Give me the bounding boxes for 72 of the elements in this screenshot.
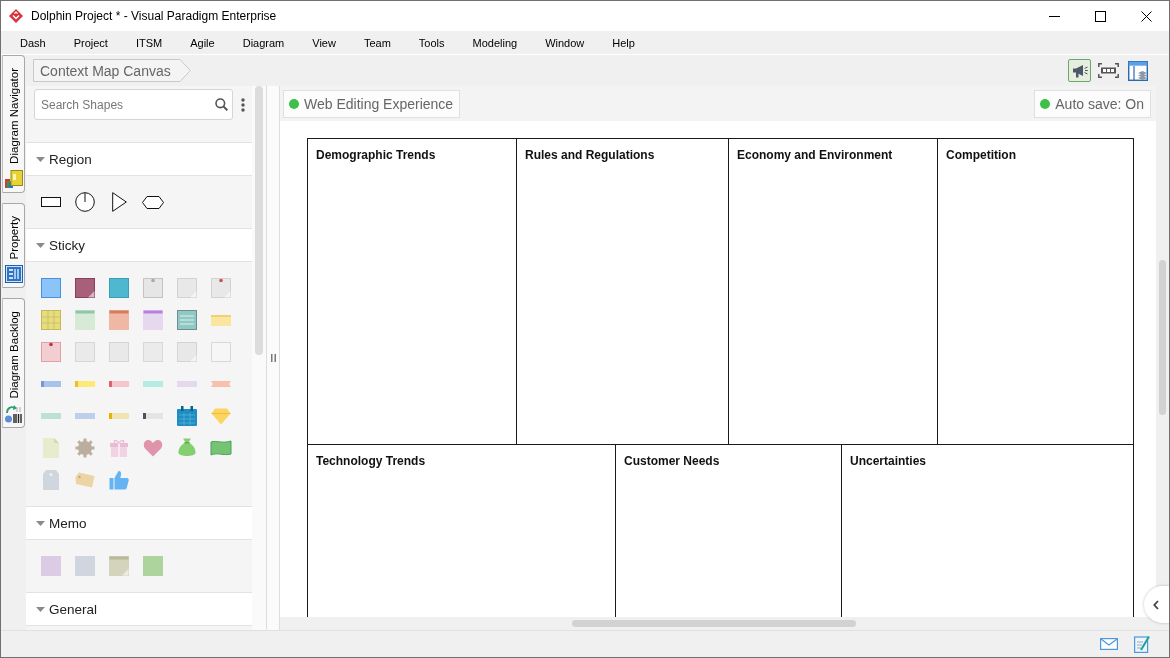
region-title: Competition [946,148,1016,162]
scrollbar-thumb[interactable] [572,620,856,627]
gear-icon[interactable] [75,438,95,458]
side-tab[interactable]: Diagram Navigator [2,55,25,193]
book-stack-icon [4,169,23,188]
app-logo-icon [9,9,23,23]
sticky-note-icon[interactable] [75,278,95,298]
menu-item[interactable]: Diagram [228,33,299,52]
scrollbar-thumb[interactable] [255,86,263,355]
sticky-note-icon[interactable] [177,310,197,330]
window-title: Dolphin Project * - Visual Paradigm Enterprise [31,9,277,23]
window-layers-icon [1127,60,1148,81]
money-bag-icon[interactable] [178,438,196,458]
search-icon[interactable] [215,98,228,111]
thumbs-up-icon[interactable] [109,470,129,490]
heart-icon[interactable] [143,439,163,457]
breadcrumb[interactable]: Context Map Canvas [33,59,191,82]
triangle-icon[interactable] [111,192,127,212]
maximize-icon[interactable] [1094,10,1106,22]
region-title: Customer Needs [624,454,720,468]
menu-item[interactable]: Help [598,33,649,52]
section-header[interactable]: Sticky [26,228,252,262]
close-icon[interactable] [1140,10,1152,22]
scrollbar-thumb[interactable] [1159,260,1166,415]
grip-icon[interactable] [270,354,276,362]
circle-icon[interactable] [75,192,95,212]
megaphone-icon [1071,63,1088,78]
web-editing-button[interactable]: Web Editing Experience [283,89,461,118]
tape-icon[interactable] [143,413,163,419]
gem-icon[interactable] [211,407,231,425]
rectangle-icon[interactable] [41,197,61,207]
sticky-note-icon[interactable] [41,342,61,362]
menu-item[interactable]: Dash [6,33,60,52]
region-title: Rules and Regulations [525,148,655,162]
tag-icon[interactable] [43,470,59,490]
chevron-left-icon [1153,599,1159,610]
more-options-icon[interactable] [241,98,245,112]
banner-icon[interactable] [210,440,232,456]
minimize-icon[interactable] [1048,15,1060,17]
list-panel-icon [4,265,23,284]
arrow-barcode-icon [4,404,23,423]
menu-item[interactable]: Modeling [458,33,532,52]
mail-icon[interactable] [1100,638,1118,650]
region-title: Economy and Environment [737,148,893,162]
search-field[interactable]: Search Shapes [34,89,233,120]
menu-item[interactable]: Team [349,33,405,52]
menu-item[interactable]: ITSM [121,33,177,52]
menu-item[interactable]: Agile [176,33,229,52]
region-title: Uncertainties [850,454,927,468]
toolbar-button[interactable] [1068,59,1091,82]
region-title: Technology Trends [316,454,426,468]
hexagon-icon[interactable] [142,195,164,209]
section-header[interactable]: Region [26,142,252,176]
menu-item[interactable]: View [298,33,350,52]
menu-item[interactable]: Project [59,33,122,52]
section-header[interactable]: Memo [26,506,252,540]
tag-icon[interactable] [75,472,95,488]
gift-icon[interactable] [110,439,128,457]
auto-save-toggle[interactable]: Auto save: On [1034,89,1151,118]
section-header[interactable]: General [26,592,252,626]
menu-item[interactable]: Window [531,33,599,52]
side-tab[interactable]: Property [2,202,25,289]
region-title: Demographic Trends [316,148,436,162]
toolbar-button[interactable] [1126,59,1149,82]
side-tab[interactable]: Diagram Backlog [2,298,25,428]
sticky-note-icon[interactable] [41,278,61,298]
calendar-icon[interactable] [177,406,197,426]
corner-brackets-icon [1098,63,1119,78]
note-pen-icon[interactable] [1134,635,1150,653]
menu-item[interactable]: Tools [404,33,459,52]
sticky-note-icon[interactable] [109,310,129,330]
document-icon[interactable] [43,438,59,458]
